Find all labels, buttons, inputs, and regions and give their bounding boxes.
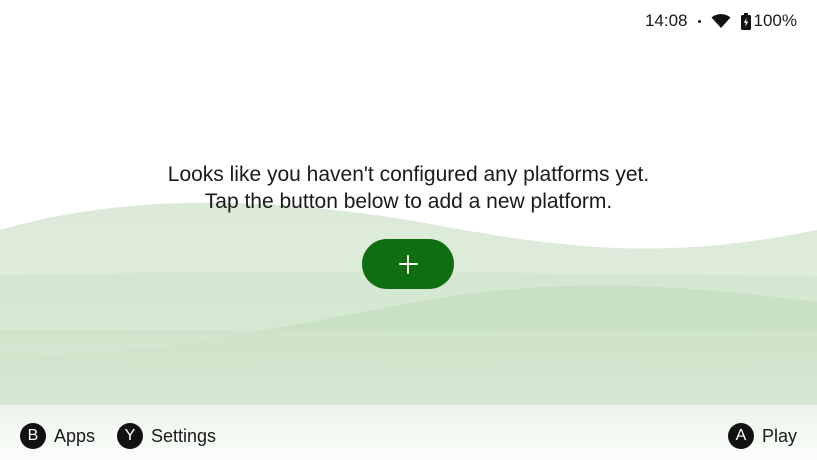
- settings-hint-label: Settings: [151, 425, 217, 446]
- status-bar: 14:08 100%: [645, 10, 797, 32]
- empty-state-line-2: Tap the button below to add a new platfo…: [204, 190, 613, 213]
- wifi-icon: [711, 13, 731, 29]
- y-button-icon: Y: [117, 423, 143, 449]
- empty-state-line-1: Looks like you haven't configured any pl…: [167, 163, 650, 186]
- battery-percent: 100%: [753, 11, 797, 30]
- apps-hint-button[interactable]: B Apps: [20, 422, 95, 450]
- battery-status: 100%: [740, 11, 797, 31]
- add-platform-button[interactable]: [362, 239, 454, 289]
- settings-hint-button[interactable]: Y Settings: [117, 422, 216, 450]
- status-time: 14:08: [644, 11, 688, 30]
- controller-hints-bar: B Apps Y Settings A Play: [0, 422, 817, 450]
- a-button-icon: A: [727, 423, 754, 449]
- b-button-icon: B: [20, 423, 46, 449]
- empty-state-message: Looks like you haven't configured any pl…: [0, 161, 817, 215]
- play-hint-label: Play: [761, 425, 797, 446]
- launcher-screen: 14:08 100% Looks like you haven't config…: [0, 0, 817, 460]
- play-hint-button[interactable]: A Play: [727, 422, 797, 450]
- apps-hint-label: Apps: [54, 425, 96, 446]
- battery-charging-icon: [740, 12, 751, 30]
- background-waves: [0, 202, 817, 460]
- notification-dot: [697, 19, 701, 23]
